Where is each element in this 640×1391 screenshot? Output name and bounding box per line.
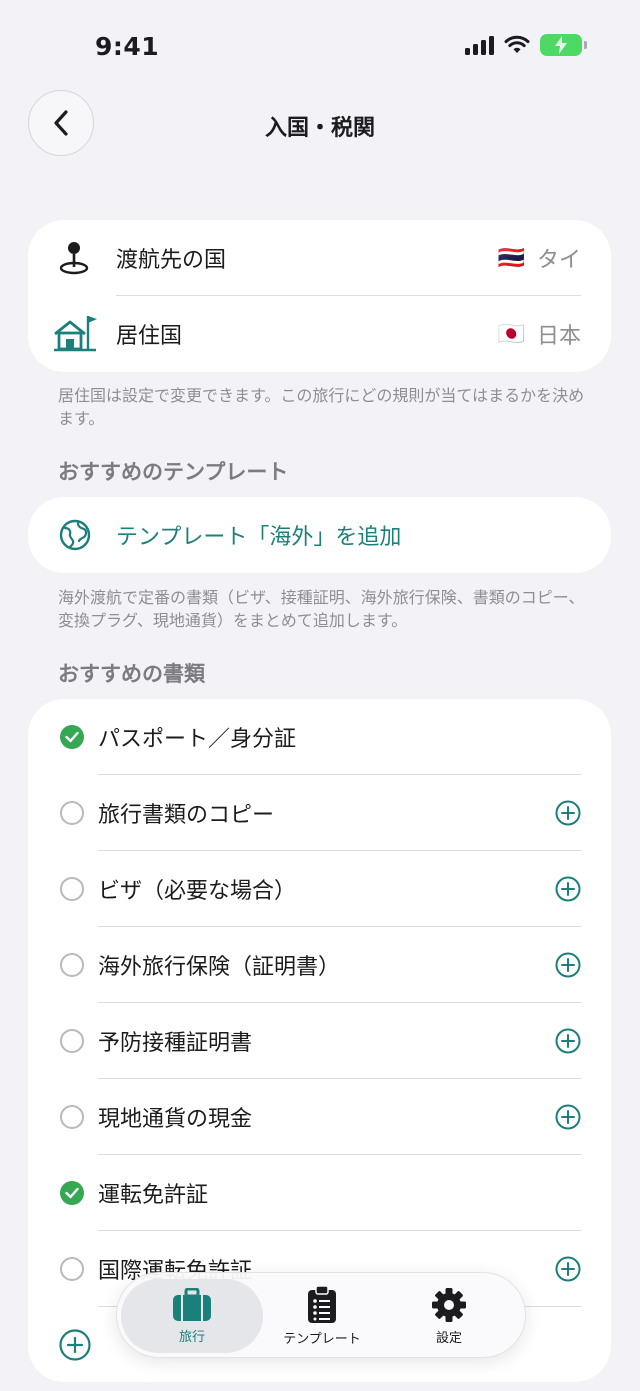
destination-label: 渡航先の国	[116, 248, 227, 273]
tab-bar: 旅行 テンプレート 設定	[116, 1272, 526, 1358]
map-pin-icon	[59, 242, 89, 275]
tab-label: テンプレート	[283, 1331, 361, 1347]
add-circle-icon[interactable]	[555, 1028, 581, 1054]
country-card: 渡航先の国 🇹🇭 タイ 居住国 🇯🇵 日本	[28, 220, 611, 372]
status-bar: 9:41	[0, 0, 640, 90]
add-circle-icon[interactable]	[555, 952, 581, 978]
tab-label: 旅行	[178, 1329, 205, 1345]
residence-label: 居住国	[116, 324, 183, 349]
globe-icon	[59, 519, 91, 551]
status-time: 9:41	[95, 32, 160, 61]
tab-label: 設定	[435, 1330, 462, 1346]
add-circle-icon[interactable]	[555, 876, 581, 902]
residence-country: 日本	[536, 324, 581, 349]
document-label: パスポート／身分証	[98, 727, 297, 752]
residence-country-row[interactable]: 居住国 🇯🇵 日本	[28, 296, 611, 372]
template-note: 海外渡航で定番の書類（ビザ、接種証明、海外旅行保険、書類のコピー、変換プラグ、現…	[58, 588, 585, 630]
add-circle-icon[interactable]	[555, 800, 581, 826]
document-label: 現地通貨の現金	[98, 1107, 253, 1132]
add-template-label: テンプレート「海外」を追加	[116, 525, 402, 550]
clipboard-list-icon	[308, 1285, 336, 1323]
country-note: 居住国は設定で変更できます。この旅行にどの規則が当てはまるかを決めます。	[58, 386, 585, 428]
charging-bolt-icon	[555, 36, 567, 54]
empty-circle-icon[interactable]	[60, 1029, 84, 1053]
destination-value: 🇹🇭 タイ	[498, 242, 581, 274]
document-label: 予防接種証明書	[98, 1031, 253, 1056]
checked-circle-icon[interactable]	[60, 1181, 84, 1205]
add-circle-icon[interactable]	[555, 1256, 581, 1282]
thailand-flag-icon: 🇹🇭	[497, 245, 525, 271]
destination-country: タイ	[536, 248, 581, 273]
document-row-copies[interactable]: 旅行書類のコピー	[28, 775, 611, 851]
empty-circle-icon[interactable]	[60, 953, 84, 977]
tab-settings[interactable]: 設定	[387, 1279, 511, 1353]
tab-trips[interactable]: 旅行	[121, 1279, 263, 1353]
document-row-drivers-license[interactable]: 運転免許証	[28, 1155, 611, 1231]
status-icons	[465, 34, 587, 56]
residence-value: 🇯🇵 日本	[498, 318, 581, 350]
wifi-icon	[504, 35, 530, 53]
page-title: 入国・税関	[264, 116, 375, 141]
home-flag-icon	[54, 316, 97, 352]
document-row-cash[interactable]: 現地通貨の現金	[28, 1079, 611, 1155]
empty-circle-icon[interactable]	[60, 1257, 84, 1281]
battery-icon	[540, 34, 587, 56]
document-label: ビザ（必要な場合）	[98, 879, 297, 904]
document-label: 運転免許証	[98, 1183, 209, 1208]
tab-templates[interactable]: テンプレート	[257, 1279, 387, 1353]
template-card: テンプレート「海外」を追加	[28, 497, 611, 573]
document-label: 旅行書類のコピー	[98, 803, 275, 828]
document-row-visa[interactable]: ビザ（必要な場合）	[28, 851, 611, 927]
add-document-icon[interactable]	[59, 1329, 91, 1361]
documents-section-header: おすすめの書類	[58, 662, 205, 686]
document-row-passport[interactable]: パスポート／身分証	[28, 699, 611, 775]
empty-circle-icon[interactable]	[60, 1105, 84, 1129]
document-row-insurance[interactable]: 海外旅行保険（証明書）	[28, 927, 611, 1003]
nav-bar: 入国・税関	[0, 88, 640, 158]
suitcase-icon	[173, 1287, 211, 1321]
template-section-header: おすすめのテンプレート	[58, 460, 289, 484]
add-circle-icon[interactable]	[555, 1104, 581, 1130]
document-row-vaccination[interactable]: 予防接種証明書	[28, 1003, 611, 1079]
destination-country-row[interactable]: 渡航先の国 🇹🇭 タイ	[28, 220, 611, 296]
empty-circle-icon[interactable]	[60, 877, 84, 901]
japan-flag-icon: 🇯🇵	[497, 321, 525, 347]
checked-circle-icon[interactable]	[60, 725, 84, 749]
gear-icon	[432, 1287, 466, 1322]
document-label: 海外旅行保険（証明書）	[98, 955, 341, 980]
add-template-button[interactable]: テンプレート「海外」を追加	[28, 497, 611, 573]
empty-circle-icon[interactable]	[60, 801, 84, 825]
cellular-signal-icon	[465, 35, 494, 55]
